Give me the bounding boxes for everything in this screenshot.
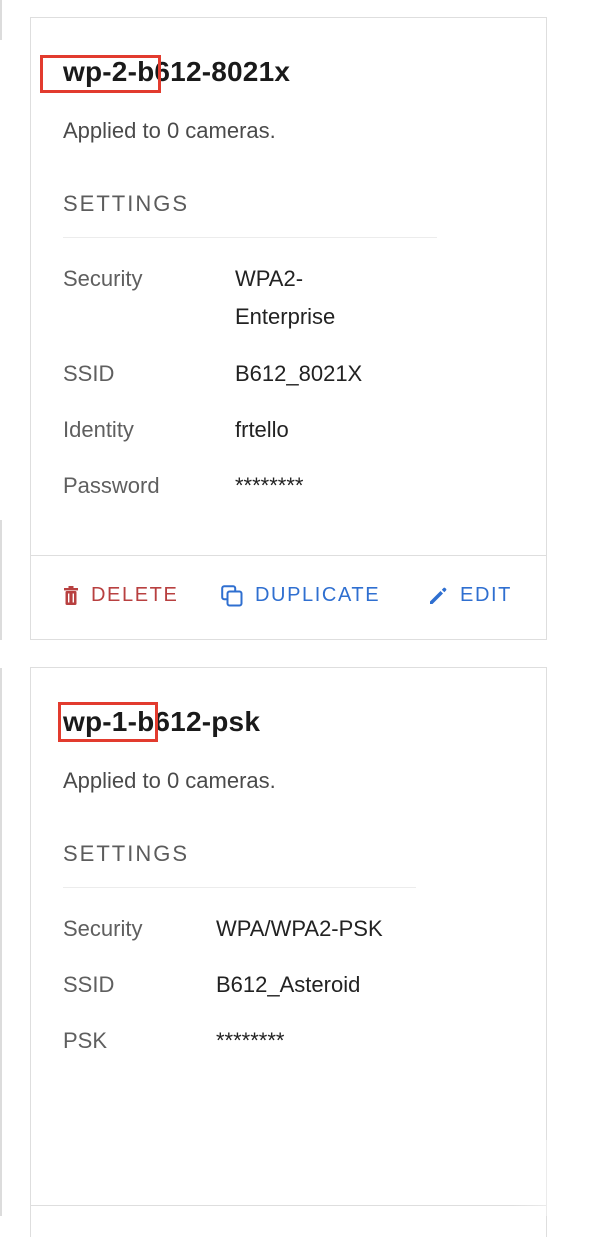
setting-value: B612_8021X <box>235 361 363 386</box>
pencil-icon <box>428 586 448 606</box>
wifi-profile-card: wp-1-b612-psk Applied to 0 cameras. SETT… <box>30 667 547 1237</box>
delete-button[interactable]: DELETE <box>63 584 178 607</box>
setting-label: Password <box>63 473 160 498</box>
setting-label: SSID <box>63 361 115 386</box>
setting-label: Identity <box>63 417 134 442</box>
wifi-profile-card: wp-2-b612-8021x Applied to 0 cameras. SE… <box>30 17 547 640</box>
setting-value: frtello <box>235 417 289 442</box>
duplicate-label: DUPLICATE <box>255 584 381 606</box>
settings-heading: SETTINGS <box>63 841 190 866</box>
setting-value: ******** <box>235 473 304 498</box>
trash-icon <box>63 585 79 606</box>
applied-count-text: Applied to 0 cameras. <box>63 118 276 143</box>
card-footer-divider <box>31 1205 546 1206</box>
adjacent-card-edge <box>0 0 2 40</box>
settings-divider <box>63 237 437 238</box>
setting-value: ******** <box>216 1028 285 1053</box>
setting-value: WPA/WPA2-PSK <box>216 916 383 941</box>
applied-count-text: Applied to 0 cameras. <box>63 768 276 793</box>
settings-divider <box>63 887 416 888</box>
delete-label: DELETE <box>91 584 179 606</box>
right-edge-fade <box>512 1140 602 1216</box>
adjacent-card-edge <box>0 520 2 640</box>
duplicate-icon <box>221 584 243 607</box>
card-footer-divider <box>31 555 546 556</box>
setting-label: Security <box>63 916 143 941</box>
highlight-annotation <box>40 55 161 93</box>
settings-heading: SETTINGS <box>63 191 190 216</box>
setting-label: PSK <box>63 1028 108 1053</box>
setting-label: SSID <box>63 972 115 997</box>
setting-label: Security <box>63 266 143 291</box>
setting-value: B612_Asteroid <box>216 972 361 997</box>
edit-label: EDIT <box>460 584 512 606</box>
edit-button[interactable]: EDIT <box>428 584 512 607</box>
highlight-annotation <box>58 702 158 742</box>
adjacent-card-edge <box>0 668 2 1216</box>
duplicate-button[interactable]: DUPLICATE <box>221 584 380 607</box>
setting-value: WPA2-Enterprise <box>235 266 336 329</box>
